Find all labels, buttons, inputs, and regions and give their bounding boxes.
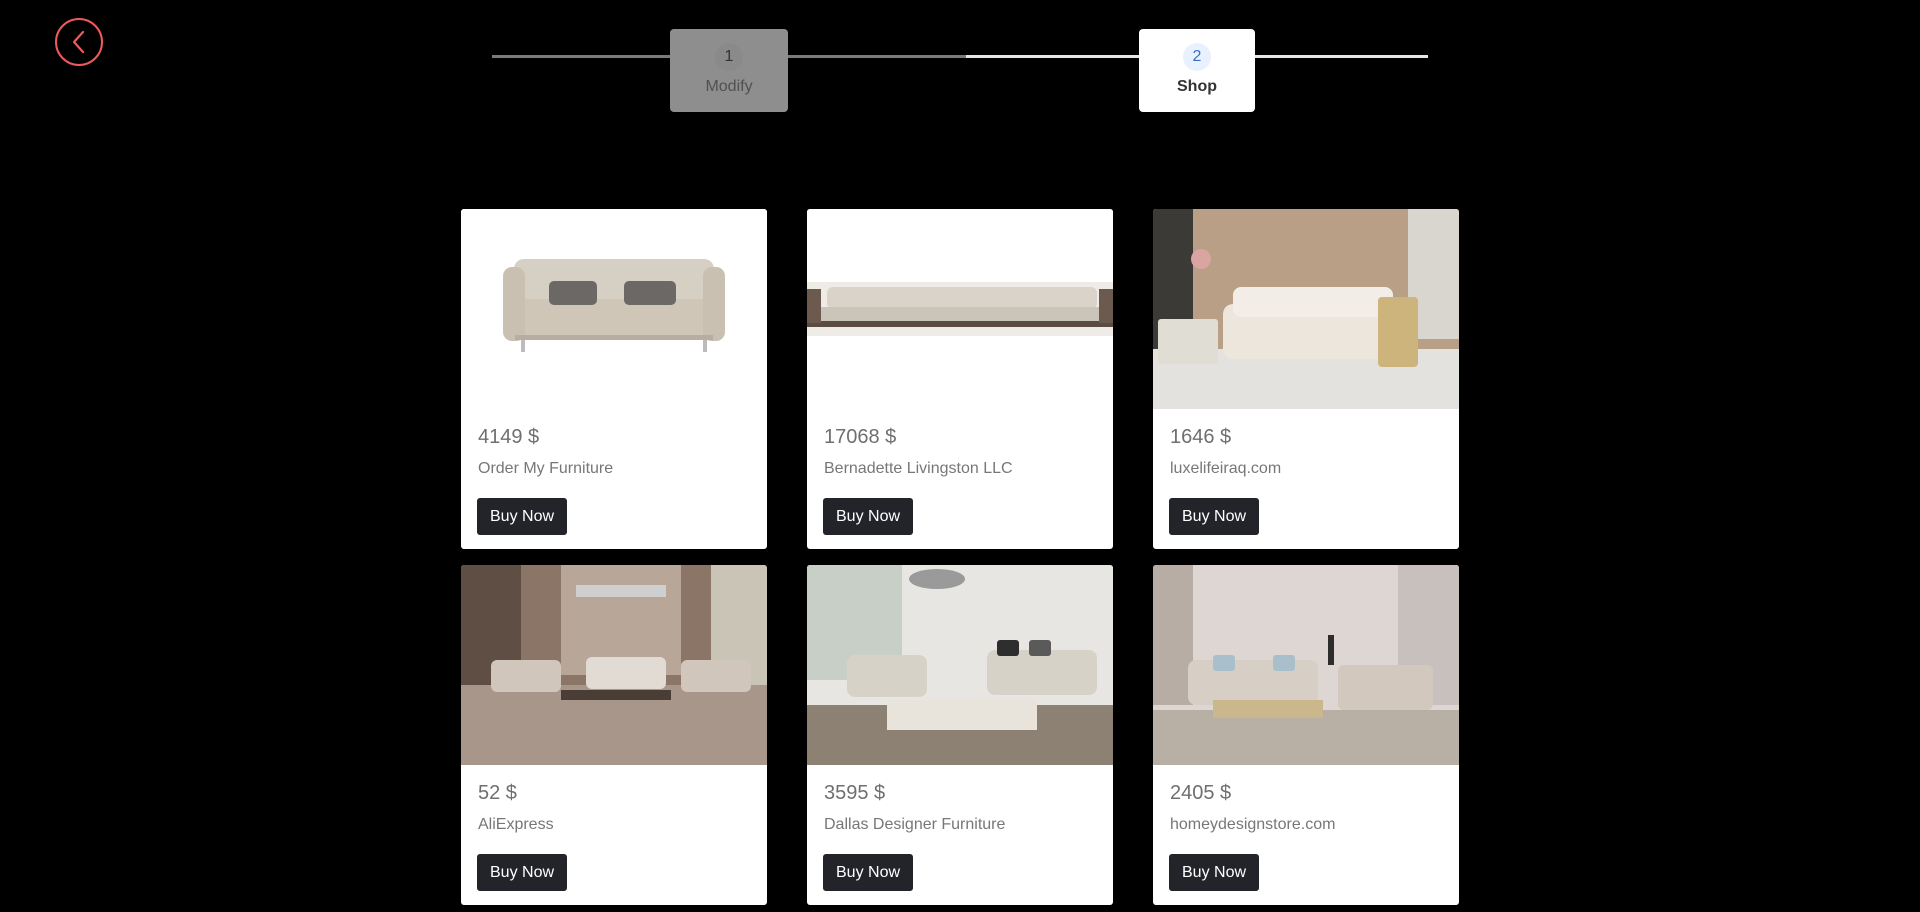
product-seller: Order My Furniture bbox=[478, 460, 614, 477]
back-button[interactable] bbox=[55, 18, 103, 66]
buy-now-button[interactable]: Buy Now bbox=[477, 498, 568, 535]
product-price: 52 $ bbox=[478, 782, 517, 804]
buy-now-button[interactable]: Buy Now bbox=[477, 854, 568, 891]
product-seller: Bernadette Livingston LLC bbox=[824, 460, 1013, 477]
product-card: 52 $ AliExpress Buy Now bbox=[461, 565, 767, 905]
chevron-left-icon bbox=[72, 30, 85, 54]
product-image[interactable] bbox=[807, 565, 1113, 765]
product-seller: Dallas Designer Furniture bbox=[824, 816, 1006, 833]
product-image[interactable] bbox=[1153, 565, 1459, 765]
step-number: 1 bbox=[715, 43, 743, 71]
product-image[interactable] bbox=[461, 565, 767, 765]
product-price: 17068 $ bbox=[824, 426, 897, 448]
shop-page: 1 Modify 2 Shop 4149 $ Order My Furnitur… bbox=[0, 0, 1920, 912]
product-price: 2405 $ bbox=[1170, 782, 1232, 804]
product-price: 1646 $ bbox=[1170, 426, 1232, 448]
product-seller: homeydesignstore.com bbox=[1170, 816, 1336, 833]
progress-stepper: 1 Modify 2 Shop bbox=[492, 0, 1428, 120]
product-image[interactable] bbox=[807, 209, 1113, 409]
buy-now-button[interactable]: Buy Now bbox=[1169, 498, 1260, 535]
product-card: 2405 $ homeydesignstore.com Buy Now bbox=[1153, 565, 1459, 905]
step-label: Shop bbox=[1177, 78, 1217, 95]
product-card: 1646 $ luxelifeiraq.com Buy Now bbox=[1153, 209, 1459, 549]
buy-now-button[interactable]: Buy Now bbox=[1169, 854, 1260, 891]
buy-now-button[interactable]: Buy Now bbox=[823, 498, 914, 535]
step-modify[interactable]: 1 Modify bbox=[670, 29, 788, 112]
product-price: 4149 $ bbox=[478, 426, 540, 448]
product-grid: 4149 $ Order My Furniture Buy Now 17068 … bbox=[461, 209, 1459, 905]
product-seller: AliExpress bbox=[478, 816, 554, 833]
product-image[interactable] bbox=[1153, 209, 1459, 409]
product-card: 17068 $ Bernadette Livingston LLC Buy No… bbox=[807, 209, 1113, 549]
product-card: 4149 $ Order My Furniture Buy Now bbox=[461, 209, 767, 549]
product-card: 3595 $ Dallas Designer Furniture Buy Now bbox=[807, 565, 1113, 905]
product-seller: luxelifeiraq.com bbox=[1170, 460, 1282, 477]
product-price: 3595 $ bbox=[824, 782, 886, 804]
product-image[interactable] bbox=[461, 209, 767, 409]
buy-now-button[interactable]: Buy Now bbox=[823, 854, 914, 891]
step-number: 2 bbox=[1183, 43, 1211, 71]
step-label: Modify bbox=[705, 78, 753, 95]
step-shop[interactable]: 2 Shop bbox=[1139, 29, 1255, 112]
